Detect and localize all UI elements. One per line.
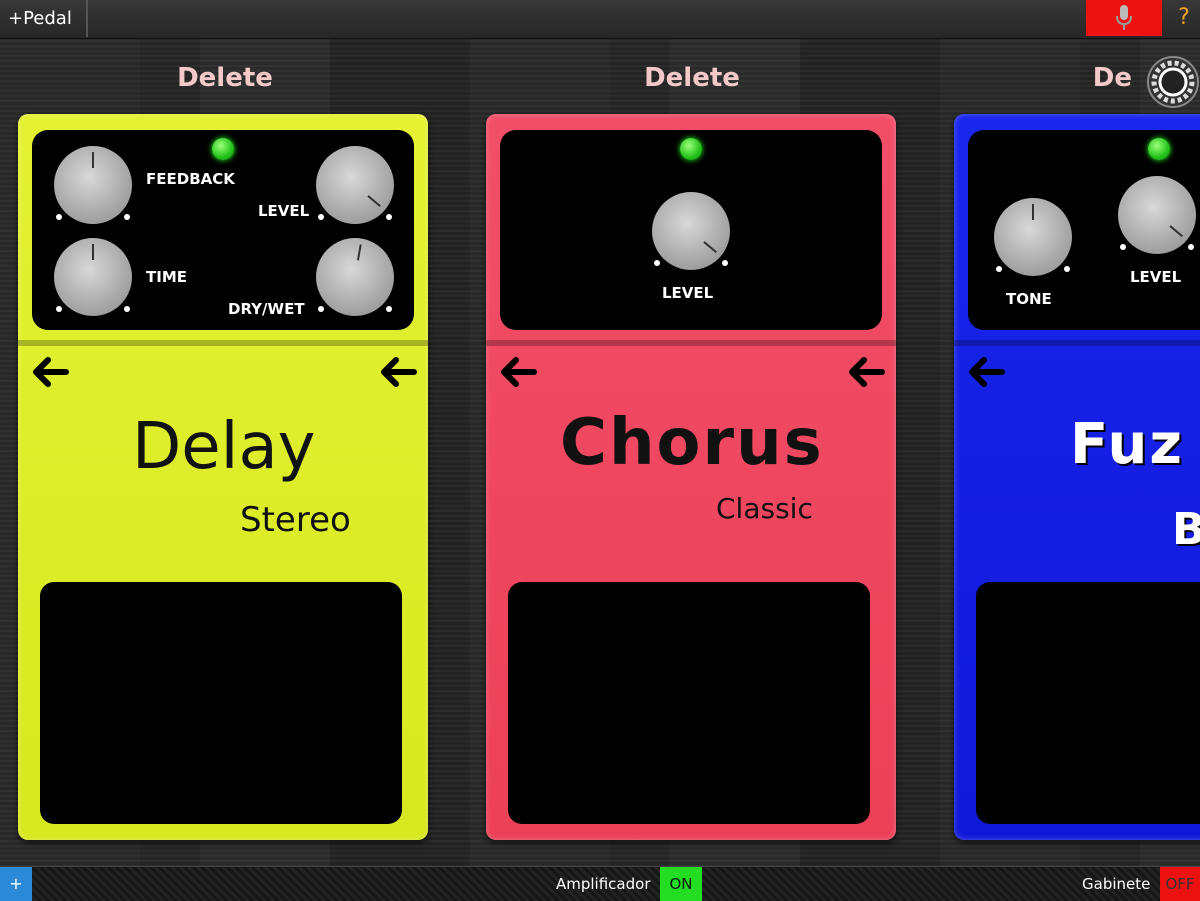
time-label: TIME [146,268,187,286]
pedal-seam [954,340,1200,346]
level-label: LEVEL [1130,268,1182,286]
add-pedal-button[interactable]: +Pedal [0,0,88,37]
pedal-title: Delay [132,410,316,484]
fuzz-pedal: TONE LEVEL Fuz B [954,114,1200,840]
knob-min-dot [654,260,660,266]
knob-min-dot [318,214,324,220]
pedal-title: Chorus [560,406,824,480]
arrow-left-icon[interactable] [964,350,1008,394]
bottom-bar: + Amplificador ON Gabinete OFF [0,866,1200,901]
knob-min-dot [318,306,324,312]
amplifier-toggle[interactable]: ON [660,867,702,901]
level-knob[interactable] [1118,176,1196,254]
help-button[interactable]: ? [1168,0,1200,36]
knob-max-dot [722,260,728,266]
dry-wet-knob[interactable] [316,238,394,316]
knob-max-dot [124,214,130,220]
knob-min-dot [56,214,62,220]
status-led [680,138,702,160]
delete-delay-button[interactable]: Delete [125,58,325,98]
control-panel: TONE LEVEL [968,130,1200,330]
delay-pedal: FEEDBACK LEVEL TIME DRY/WET Delay Stereo [18,114,428,840]
control-panel: LEVEL [500,130,882,330]
knob-max-dot [1188,244,1194,250]
top-bar: +Pedal ? [0,0,1200,39]
arrow-left-icon[interactable] [376,350,420,394]
footswitch-pad[interactable] [508,582,870,824]
footswitch-pad[interactable] [40,582,402,824]
tone-label: TONE [1006,290,1052,308]
cabinet-label: Gabinete [1082,875,1151,893]
add-button[interactable]: + [0,867,32,901]
knob-min-dot [1120,244,1126,250]
arrow-left-icon[interactable] [28,350,72,394]
arrow-left-icon[interactable] [844,350,888,394]
level-knob[interactable] [316,146,394,224]
pedal-seam [486,340,896,346]
level-label: LEVEL [258,202,310,220]
knob-min-dot [56,306,62,312]
gear-icon [1147,56,1199,108]
pedal-subtitle: Stereo [240,500,351,540]
dry-wet-label: DRY/WET [228,300,305,318]
arrow-left-icon[interactable] [496,350,540,394]
knob-max-dot [124,306,130,312]
control-panel: FEEDBACK LEVEL TIME DRY/WET [32,130,414,330]
microphone-button[interactable] [1086,0,1162,36]
feedback-label: FEEDBACK [146,170,235,188]
amplifier-label: Amplificador [556,875,651,893]
status-led [1148,138,1170,160]
settings-button[interactable] [1146,55,1200,109]
pedal-title: Fuz [1070,412,1184,477]
level-label: LEVEL [662,284,714,302]
level-knob[interactable] [652,192,730,270]
knob-min-dot [996,266,1002,272]
delete-fuzz-button[interactable]: De [1012,58,1132,98]
status-led [212,138,234,160]
time-knob[interactable] [54,238,132,316]
tone-knob[interactable] [994,198,1072,276]
pedal-seam [18,340,428,346]
footswitch-pad[interactable] [976,582,1200,824]
chorus-pedal: LEVEL Chorus Classic [486,114,896,840]
pedal-subtitle: B [1172,504,1200,555]
knob-max-dot [386,306,392,312]
microphone-icon [1116,5,1132,30]
knob-max-dot [1064,266,1070,272]
delete-chorus-button[interactable]: Delete [592,58,792,98]
knob-max-dot [386,214,392,220]
cabinet-toggle[interactable]: OFF [1160,867,1200,901]
pedal-subtitle: Classic [716,492,813,525]
feedback-knob[interactable] [54,146,132,224]
